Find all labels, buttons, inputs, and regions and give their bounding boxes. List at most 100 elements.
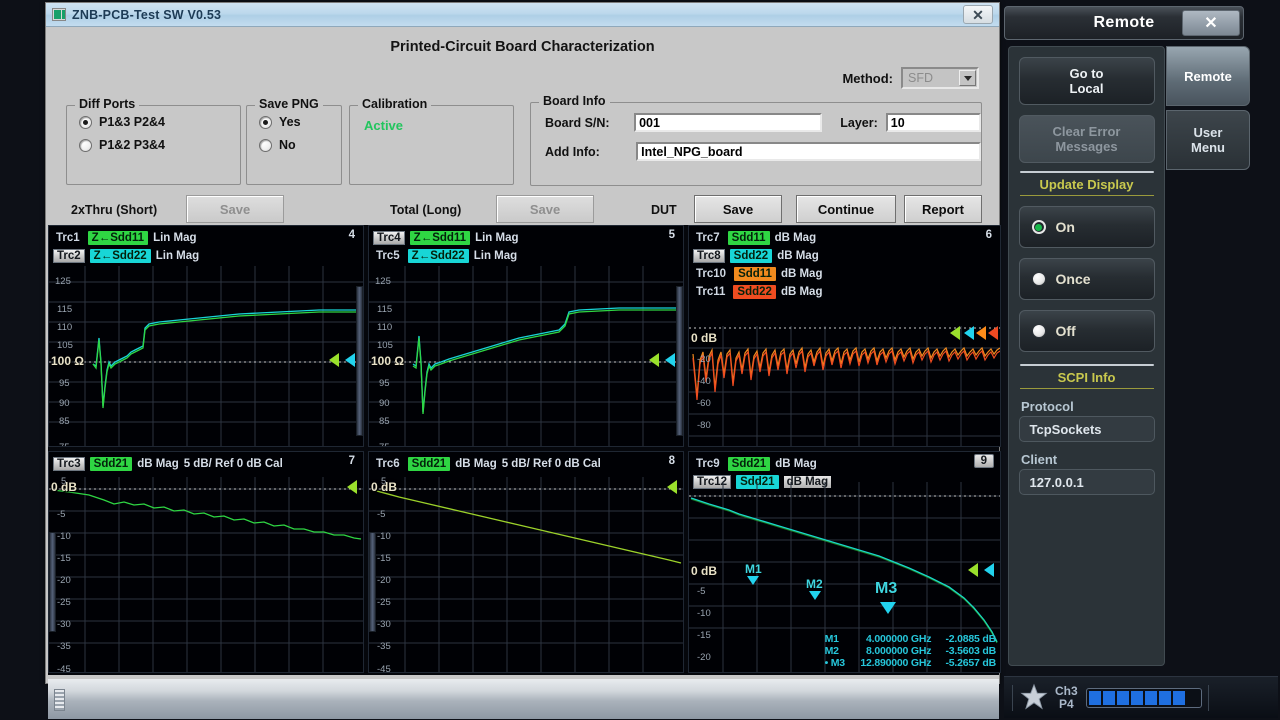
reference-arrow-green[interactable]: [329, 353, 339, 367]
trace-name[interactable]: Trc3: [53, 457, 85, 471]
diagram-7[interactable]: Trc3 Sdd21 dB Mag 5 dB/ Ref 0 dB Cal 7: [48, 451, 364, 673]
diff-ports-option-0[interactable]: P1&3 P2&4: [79, 115, 240, 129]
diagram-scrollbar[interactable]: [356, 286, 363, 436]
marker-label-m3[interactable]: M3: [875, 580, 897, 598]
reference-arrow-cyan[interactable]: [984, 563, 994, 577]
radio-icon[interactable]: [79, 116, 92, 129]
trace-name[interactable]: Trc9: [693, 458, 723, 470]
update-display-once[interactable]: Once: [1019, 258, 1155, 300]
tab-remote[interactable]: Remote: [1166, 46, 1250, 106]
trace-format: Lin Mag: [475, 232, 518, 244]
client-value[interactable]: 127.0.0.1: [1019, 469, 1155, 495]
trace-name[interactable]: Trc8: [693, 249, 725, 263]
save-2xthru-button[interactable]: Save: [186, 195, 284, 223]
resize-grip-icon[interactable]: [54, 689, 65, 711]
add-info-input[interactable]: Intel_NPG_board: [636, 142, 981, 161]
diagram-9[interactable]: Trc9 Sdd21 dB Mag Trc12 Sdd21 dB Mag 9: [688, 451, 1001, 673]
trace-row[interactable]: Trc1 Z←Sdd11 Lin Mag: [53, 229, 359, 247]
marker-triangle-m2[interactable]: [809, 591, 821, 600]
page-title: Printed-Circuit Board Characterization: [46, 39, 999, 55]
radio-icon[interactable]: [1032, 272, 1046, 286]
reference-arrow-green[interactable]: [968, 563, 978, 577]
reference-arrow-cyan[interactable]: [345, 353, 355, 367]
protocol-value[interactable]: TcpSockets: [1019, 416, 1155, 442]
close-icon[interactable]: ✕: [963, 5, 993, 24]
trace-name[interactable]: Trc10: [693, 268, 729, 280]
trace-row[interactable]: Trc5 Z←Sdd22 Lin Mag: [373, 247, 679, 265]
save-png-option-no[interactable]: No: [259, 138, 341, 152]
trace-name[interactable]: Trc1: [53, 232, 83, 244]
close-icon[interactable]: ✕: [1182, 10, 1240, 36]
trace-row[interactable]: Trc9 Sdd21 dB Mag: [693, 455, 996, 473]
diagram-6[interactable]: Trc7 Sdd11 dB Mag Trc8 Sdd22 dB Mag Trc1…: [688, 225, 1001, 447]
report-button[interactable]: Report: [904, 195, 982, 223]
diagram-scrollbar[interactable]: [49, 532, 56, 632]
trace-param[interactable]: Z←Sdd22: [408, 249, 469, 263]
trace-param[interactable]: Sdd21: [728, 457, 771, 471]
trace-row[interactable]: Trc11 Sdd22 dB Mag: [693, 283, 996, 301]
radio-icon[interactable]: [259, 139, 272, 152]
save-total-button[interactable]: Save: [496, 195, 594, 223]
trace-row[interactable]: Trc7 Sdd11 dB Mag: [693, 229, 996, 247]
trace-param[interactable]: Sdd22: [733, 285, 776, 299]
diagram-4[interactable]: Trc1 Z←Sdd11 Lin Mag Trc2 Z←Sdd22 Lin Ma…: [48, 225, 364, 447]
trace-param[interactable]: Z←Sdd11: [410, 231, 470, 245]
trace-row[interactable]: Trc3 Sdd21 dB Mag 5 dB/ Ref 0 dB Cal: [53, 455, 359, 473]
marker-triangle-m3[interactable]: [880, 602, 896, 614]
layer-input[interactable]: 10: [886, 113, 981, 132]
trace-name[interactable]: Trc4: [373, 231, 405, 245]
diagram-scrollbar[interactable]: [369, 532, 376, 632]
reference-arrow-cyan[interactable]: [964, 326, 974, 340]
trace-param[interactable]: Sdd11: [734, 267, 776, 281]
trace-param[interactable]: Sdd11: [728, 231, 770, 245]
diagram-8-plot: [369, 477, 683, 672]
save-png-option-yes[interactable]: Yes: [259, 115, 341, 129]
trace-param[interactable]: Sdd21: [90, 457, 133, 471]
radio-icon[interactable]: [1032, 324, 1046, 338]
reference-arrow-green[interactable]: [347, 480, 357, 494]
trace-row[interactable]: Trc2 Z←Sdd22 Lin Mag: [53, 247, 359, 265]
divider: [1020, 364, 1154, 366]
trace-name[interactable]: Trc11: [693, 286, 728, 298]
reference-arrow-green[interactable]: [667, 480, 677, 494]
go-to-local-button[interactable]: Go to Local: [1019, 57, 1155, 105]
reference-arrow-green[interactable]: [649, 353, 659, 367]
diagram-5[interactable]: Trc4 Z←Sdd11 Lin Mag Trc5 Z←Sdd22 Lin Ma…: [368, 225, 684, 447]
trace-param[interactable]: Sdd22: [730, 249, 773, 263]
trace-param[interactable]: Z←Sdd11: [88, 231, 148, 245]
trace-name[interactable]: Trc6: [373, 458, 403, 470]
update-display-off[interactable]: Off: [1019, 310, 1155, 352]
trace-param[interactable]: Z←Sdd22: [90, 249, 151, 263]
marker-label-m1[interactable]: M1: [745, 562, 762, 576]
radio-icon[interactable]: [1032, 220, 1046, 234]
marker-triangle-m1[interactable]: [747, 576, 759, 585]
reference-arrow-orange[interactable]: [976, 326, 986, 340]
save-dut-button[interactable]: Save: [694, 195, 782, 223]
chevron-down-icon[interactable]: [959, 70, 976, 86]
reference-arrow-red[interactable]: [988, 326, 998, 340]
diff-ports-option-1[interactable]: P1&2 P3&4: [79, 138, 240, 152]
board-sn-input[interactable]: 001: [634, 113, 822, 132]
trace-param[interactable]: Sdd21: [408, 457, 451, 471]
radio-icon[interactable]: [259, 116, 272, 129]
marker-label-m2[interactable]: M2: [806, 577, 823, 591]
update-display-on[interactable]: On: [1019, 206, 1155, 248]
radio-icon[interactable]: [79, 139, 92, 152]
tab-user-menu[interactable]: User Menu: [1166, 110, 1250, 170]
trace-name[interactable]: Trc7: [693, 232, 723, 244]
reference-arrow-green[interactable]: [950, 326, 960, 340]
diagram-scrollbar[interactable]: [676, 286, 683, 436]
trace-row[interactable]: Trc6 Sdd21 dB Mag 5 dB/ Ref 0 dB Cal: [373, 455, 679, 473]
diagram-8[interactable]: Trc6 Sdd21 dB Mag 5 dB/ Ref 0 dB Cal 8: [368, 451, 684, 673]
diagram-8-header: Trc6 Sdd21 dB Mag 5 dB/ Ref 0 dB Cal 8: [369, 452, 683, 473]
trace-row[interactable]: Trc4 Z←Sdd11 Lin Mag: [373, 229, 679, 247]
trace-name[interactable]: Trc5: [373, 250, 403, 262]
trace-name[interactable]: Trc2: [53, 249, 85, 263]
trace-row[interactable]: Trc10 Sdd11 dB Mag: [693, 265, 996, 283]
reference-arrow-cyan[interactable]: [665, 353, 675, 367]
trace-row[interactable]: Trc8 Sdd22 dB Mag: [693, 247, 996, 265]
method-select[interactable]: SFD: [901, 67, 979, 89]
clear-error-messages-button[interactable]: Clear Error Messages: [1019, 115, 1155, 163]
diagram-number[interactable]: 9: [974, 454, 994, 468]
continue-button[interactable]: Continue: [796, 195, 896, 223]
